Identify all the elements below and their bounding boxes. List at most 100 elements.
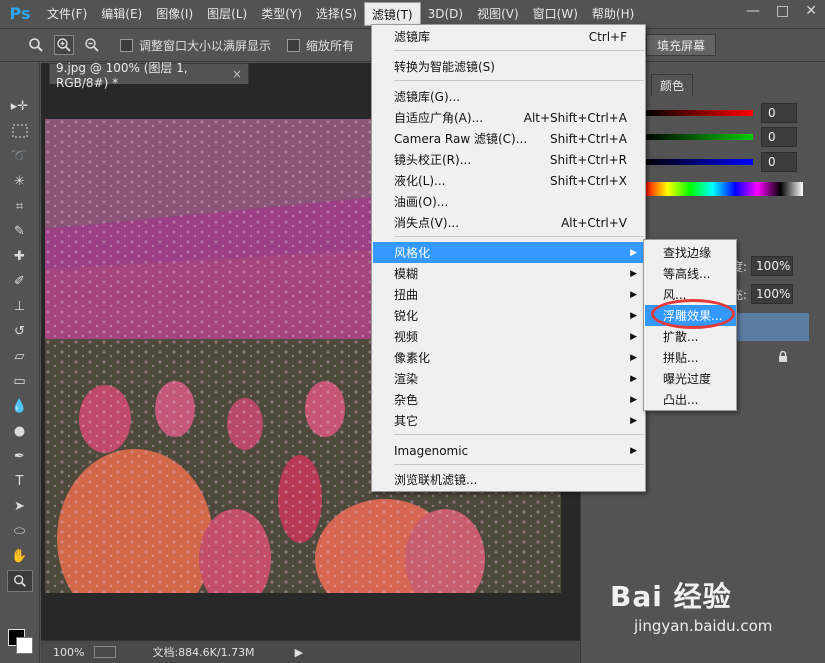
path-selection-tool-icon[interactable]: ➤ <box>7 495 33 517</box>
submenu-arrow-icon: ▶ <box>630 394 637 405</box>
status-menu-arrow-icon[interactable]: ▶ <box>295 646 303 659</box>
background-color-swatch[interactable] <box>16 637 33 654</box>
menu-separator <box>394 80 644 81</box>
zoom-tool-preset-icon[interactable] <box>26 35 46 55</box>
document-tab[interactable]: 9.jpg @ 100% (图层 1, RGB/8#) * × <box>49 61 249 90</box>
stylize-item-find-edges[interactable]: 查找边缘 <box>645 242 736 263</box>
filter-item-camera-raw[interactable]: Camera Raw 滤镜(C)... Shift+Ctrl+A <box>373 128 645 149</box>
fill-field[interactable]: 100% <box>751 284 794 304</box>
eyedropper-tool-icon[interactable]: ✎ <box>7 220 33 242</box>
status-zoom[interactable]: 100% <box>53 646 84 659</box>
watermark-logo-text: Bai 经验 <box>610 580 732 613</box>
dodge-tool-icon[interactable]: ● <box>7 420 33 442</box>
zoom-in-icon[interactable] <box>54 35 74 55</box>
zoom-all-checkbox[interactable] <box>287 38 301 52</box>
zoom-tool-icon[interactable] <box>6 570 33 592</box>
menu-view[interactable]: 视图(V) <box>470 0 526 27</box>
green-slider[interactable] <box>645 134 753 140</box>
blue-value-field[interactable]: 0 <box>761 152 797 172</box>
filter-item-pixelate[interactable]: 像素化 ▶ <box>373 347 645 368</box>
minimize-button[interactable]: — <box>746 3 760 19</box>
menu-select[interactable]: 选择(S) <box>309 0 364 27</box>
opacity-field[interactable]: 100% <box>751 256 794 276</box>
menu-separator <box>394 50 644 51</box>
blur-tool-icon[interactable]: 💧 <box>7 395 33 417</box>
filter-item-liquify[interactable]: 液化(L)... Shift+Ctrl+X <box>373 170 645 191</box>
filter-item-distort[interactable]: 扭曲 ▶ <box>373 284 645 305</box>
submenu-arrow-icon: ▶ <box>630 310 637 321</box>
filter-item-other[interactable]: 其它 ▶ <box>373 410 645 431</box>
green-slider-row: 0 <box>645 127 797 147</box>
fill-screen-button[interactable]: 填充屏幕 <box>646 34 716 56</box>
menu-filter[interactable]: 滤镜(T) <box>363 2 421 26</box>
pen-tool-icon[interactable]: ✒ <box>7 445 33 467</box>
document-tab-close-icon[interactable]: × <box>232 67 242 81</box>
filter-item-convert-smart[interactable]: 转换为智能滤镜(S) <box>373 56 645 77</box>
zoom-all-option[interactable]: 缩放所有 <box>287 37 354 54</box>
menu-3d[interactable]: 3D(D) <box>421 0 470 27</box>
lasso-tool-icon[interactable]: ➰ <box>7 145 33 167</box>
color-panel-tabs: 颜色 <box>651 74 694 96</box>
clone-stamp-tool-icon[interactable]: ⊥ <box>7 295 33 317</box>
filter-item-imagenomic[interactable]: Imagenomic ▶ <box>373 440 645 461</box>
menu-window[interactable]: 窗口(W) <box>526 0 585 27</box>
type-tool-icon[interactable]: T <box>7 470 33 492</box>
move-tool-icon[interactable]: ▸✛ <box>7 95 33 117</box>
filter-item-noise[interactable]: 杂色 ▶ <box>373 389 645 410</box>
filter-item-gallery-last[interactable]: 滤镜库 Ctrl+F <box>373 26 645 47</box>
maximize-button[interactable]: □ <box>776 3 789 19</box>
menu-layer[interactable]: 图层(L) <box>200 0 254 27</box>
red-value-field[interactable]: 0 <box>761 103 797 123</box>
stylize-item-diffuse[interactable]: 扩散... <box>645 326 736 347</box>
filter-item-lens-correction[interactable]: 镜头校正(R)... Shift+Ctrl+R <box>373 149 645 170</box>
green-value-field[interactable]: 0 <box>761 127 797 147</box>
filter-item-gallery[interactable]: 滤镜库(G)... <box>373 86 645 107</box>
shape-tool-icon[interactable]: ⬭ <box>7 520 33 542</box>
filter-item-stylize[interactable]: 风格化 ▶ <box>373 242 645 263</box>
submenu-arrow-icon: ▶ <box>630 289 637 300</box>
filter-item-render[interactable]: 渲染 ▶ <box>373 368 645 389</box>
menu-type[interactable]: 类型(Y) <box>254 0 309 27</box>
red-slider[interactable] <box>645 110 753 116</box>
history-brush-tool-icon[interactable]: ↺ <box>7 320 33 342</box>
filter-item-oil-paint[interactable]: 油画(O)... <box>373 191 645 212</box>
zoom-out-icon[interactable] <box>82 35 102 55</box>
blue-slider[interactable] <box>645 159 753 165</box>
color-swatches[interactable] <box>8 629 34 655</box>
filter-item-browse-online[interactable]: 浏览联机滤镜... <box>373 469 645 490</box>
menu-image[interactable]: 图像(I) <box>149 0 200 27</box>
stylize-item-tiles[interactable]: 拼贴... <box>645 347 736 368</box>
tab-color[interactable]: 颜色 <box>651 74 694 96</box>
magic-wand-tool-icon[interactable]: ✳ <box>7 170 33 192</box>
status-preview-icon[interactable] <box>94 646 117 658</box>
filter-item-adaptive-wide-angle[interactable]: 自适应广角(A)... Alt+Shift+Ctrl+A <box>373 107 645 128</box>
hand-tool-icon[interactable]: ✋ <box>7 545 33 567</box>
resize-windows-checkbox[interactable] <box>120 38 133 52</box>
gradient-tool-icon[interactable]: ▭ <box>7 370 33 392</box>
stylize-item-solarize[interactable]: 曝光过度 <box>645 368 736 389</box>
brush-tool-icon[interactable]: ✐ <box>7 270 33 292</box>
eraser-tool-icon[interactable]: ▱ <box>7 345 33 367</box>
stylize-item-extrude[interactable]: 凸出... <box>645 389 736 410</box>
blue-slider-row: 0 <box>645 152 797 172</box>
filter-item-video[interactable]: 视频 ▶ <box>373 326 645 347</box>
filter-item-vanishing-point[interactable]: 消失点(V)... Alt+Ctrl+V <box>373 212 645 233</box>
color-spectrum[interactable] <box>645 182 803 196</box>
menu-separator <box>394 464 644 465</box>
marquee-tool-icon[interactable] <box>7 120 33 142</box>
menu-separator <box>394 236 644 237</box>
menu-file[interactable]: 文件(F) <box>40 0 94 27</box>
resize-windows-option[interactable]: 调整窗口大小以满屏显示 <box>120 37 271 54</box>
filter-item-blur[interactable]: 模糊 ▶ <box>373 263 645 284</box>
filter-item-sharpen[interactable]: 锐化 ▶ <box>373 305 645 326</box>
close-button[interactable]: ✕ <box>805 3 817 19</box>
submenu-arrow-icon: ▶ <box>630 352 637 363</box>
selected-layer-row[interactable] <box>727 313 809 341</box>
crop-tool-icon[interactable]: ⌗ <box>7 195 33 217</box>
menu-edit[interactable]: 编辑(E) <box>94 0 149 27</box>
menu-help[interactable]: 帮助(H) <box>585 0 641 27</box>
red-slider-row: 0 <box>645 103 797 123</box>
healing-brush-tool-icon[interactable]: ✚ <box>7 245 33 267</box>
menu-separator <box>394 434 644 435</box>
stylize-item-contour[interactable]: 等高线... <box>645 263 736 284</box>
